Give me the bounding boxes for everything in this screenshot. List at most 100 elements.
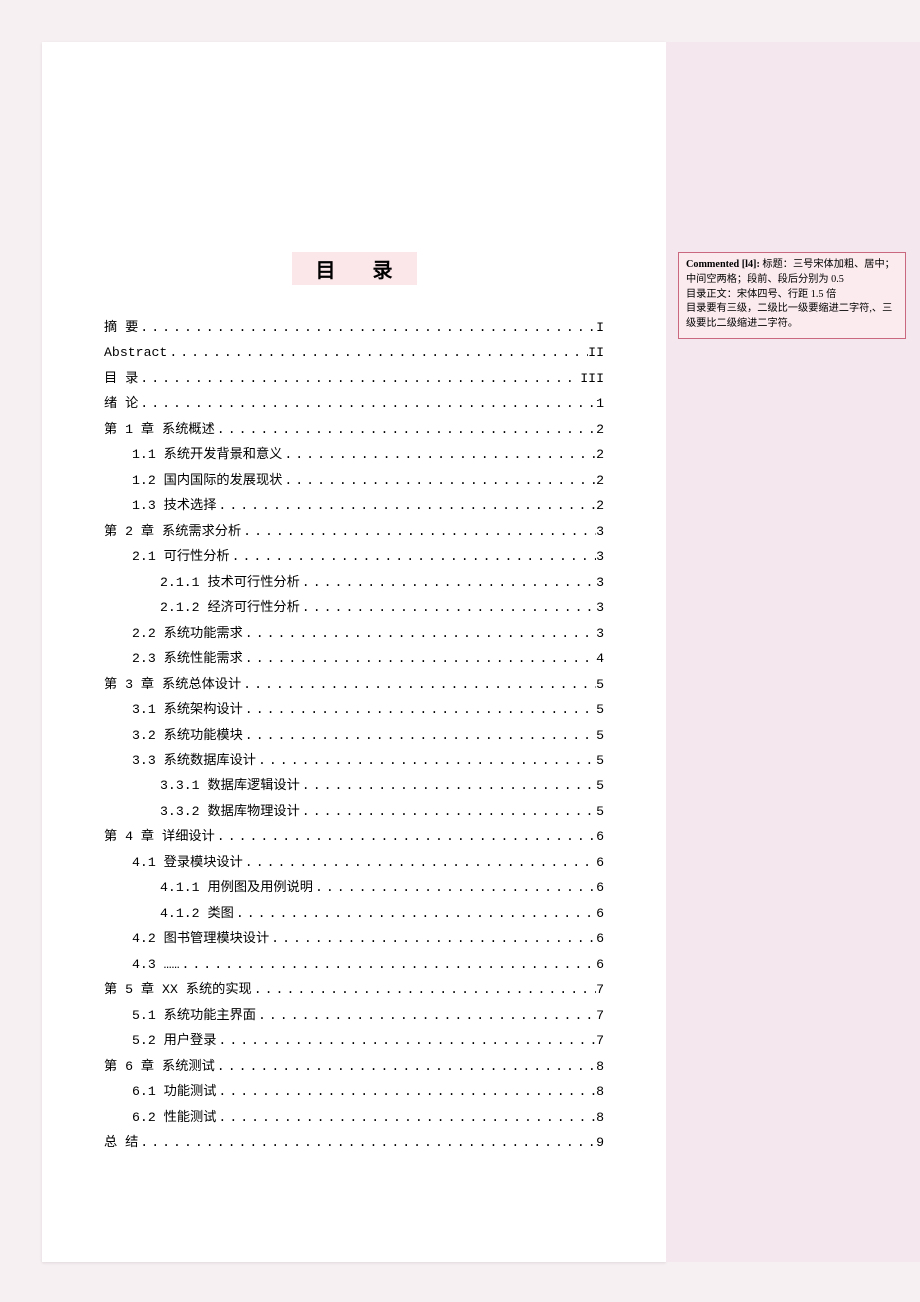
toc-leader-dots [243, 697, 596, 722]
toc-row: 2.1.1 技术可行性分析 3 [104, 570, 604, 595]
toc-row: 1.3 技术选择2 [104, 493, 604, 518]
toc-entry-page: 5 [596, 748, 604, 773]
toc-row: 2.1 可行性分析3 [104, 544, 604, 569]
toc-leader-dots [243, 850, 596, 875]
toc-leader-dots [256, 748, 596, 773]
toc-entry-label: 2.1 可行性分析 [132, 544, 230, 569]
comment-label: Commented [l4]: [686, 259, 762, 270]
toc-entry-page: 2 [596, 417, 604, 442]
toc-leader-dots [138, 366, 580, 391]
toc-leader-dots [215, 417, 596, 442]
toc-row: 5.1 系统功能主界面7 [104, 1003, 604, 1028]
toc-row: 第 5 章 XX 系统的实现 7 [104, 977, 604, 1002]
toc-entry-label: 3.3.1 数据库逻辑设计 [160, 773, 300, 798]
toc-entry-page: 9 [596, 1130, 604, 1155]
toc-entry-label: 4.3 …… [132, 952, 179, 977]
toc-entry-label: 第 3 章 系统总体设计 [104, 672, 241, 697]
toc-row: 1.2 国内国际的发展现状 2 [104, 468, 604, 493]
title-wrap: 目 录 [104, 252, 604, 315]
toc-entry-label: 5.1 系统功能主界面 [132, 1003, 256, 1028]
toc-leader-dots [216, 1105, 596, 1130]
toc-leader-dots [300, 595, 596, 620]
toc-entry-page: 5 [596, 672, 604, 697]
toc-leader-dots [138, 315, 596, 340]
toc-row: 4.1 登录模块设计 6 [104, 850, 604, 875]
toc-leader-dots [216, 1079, 596, 1104]
comment-panel [666, 42, 920, 1262]
toc-leader-dots [230, 544, 596, 569]
toc-row: 目 录 III [104, 366, 604, 391]
toc-leader-dots [234, 901, 596, 926]
toc-leader-dots [282, 442, 596, 467]
toc-row: 2.1.2 经济可行性分析 3 [104, 595, 604, 620]
toc-entry-label: 3.2 系统功能模块 [132, 723, 243, 748]
toc-entry-label: 6.1 功能测试 [132, 1079, 216, 1104]
toc-title: 目 录 [292, 252, 417, 285]
toc-entry-label: 3.3.2 数据库物理设计 [160, 799, 300, 824]
toc-row: 3.1 系统架构设计5 [104, 697, 604, 722]
toc-list: 摘 要IAbstractII目 录III绪 论1第 1 章 系统概述21.1 系… [104, 315, 604, 1155]
toc-leader-dots [241, 672, 596, 697]
toc-row: 6.2 性能测试8 [104, 1105, 604, 1130]
toc-entry-page: 5 [596, 697, 604, 722]
toc-row: 3.3.2 数据库物理设计5 [104, 799, 604, 824]
toc-row: AbstractII [104, 340, 604, 365]
toc-leader-dots [243, 723, 596, 748]
toc-row: 1.1 系统开发背景和意义 2 [104, 442, 604, 467]
toc-entry-page: 4 [596, 646, 604, 671]
toc-entry-label: 4.2 图书管理模块设计 [132, 926, 269, 951]
toc-entry-label: 第 5 章 XX 系统的实现 [104, 977, 252, 1002]
toc-leader-dots [179, 952, 596, 977]
toc-entry-page: 8 [596, 1079, 604, 1104]
toc-entry-page: III [580, 366, 604, 391]
toc-leader-dots [300, 799, 596, 824]
toc-row: 4.1.2 类图6 [104, 901, 604, 926]
comment-box: Commented [l4]: 标题：三号宋体加粗、居中；中间空两格；段前、段后… [678, 252, 906, 339]
toc-leader-dots [216, 1028, 596, 1053]
toc-row: 3.2 系统功能模块 5 [104, 723, 604, 748]
toc-entry-page: 6 [596, 926, 604, 951]
toc-entry-page: 7 [596, 977, 604, 1002]
toc-leader-dots [269, 926, 596, 951]
toc-entry-label: 2.1.1 技术可行性分析 [160, 570, 300, 595]
toc-entry-label: 3.3 系统数据库设计 [132, 748, 256, 773]
toc-entry-page: 3 [596, 595, 604, 620]
toc-leader-dots [241, 519, 596, 544]
toc-entry-label: 1.2 国内国际的发展现状 [132, 468, 282, 493]
toc-leader-dots [243, 646, 596, 671]
toc-row: 第 1 章 系统概述 2 [104, 417, 604, 442]
toc-row: 第 4 章 详细设计6 [104, 824, 604, 849]
toc-row: 2.2 系统功能需求3 [104, 621, 604, 646]
toc-entry-label: 6.2 性能测试 [132, 1105, 216, 1130]
toc-row: 摘 要I [104, 315, 604, 340]
toc-row: 第 2 章 系统需求分析3 [104, 519, 604, 544]
toc-entry-label: 2.1.2 经济可行性分析 [160, 595, 300, 620]
toc-entry-label: 4.1.1 用例图及用例说明 [160, 875, 313, 900]
toc-entry-page: 3 [596, 570, 604, 595]
toc-row: 第 3 章 系统总体设计 5 [104, 672, 604, 697]
toc-entry-page: 6 [596, 952, 604, 977]
toc-row: 2.3 系统性能需求4 [104, 646, 604, 671]
toc-entry-page: 6 [596, 901, 604, 926]
toc-entry-page: 7 [596, 1028, 604, 1053]
toc-entry-page: 2 [596, 442, 604, 467]
toc-row: 总 结9 [104, 1130, 604, 1155]
toc-entry-label: 目 录 [104, 366, 138, 391]
toc-entry-page: 6 [596, 824, 604, 849]
toc-leader-dots [138, 391, 596, 416]
toc-entry-page: 6 [596, 850, 604, 875]
toc-entry-label: 4.1 登录模块设计 [132, 850, 243, 875]
toc-entry-page: 5 [596, 723, 604, 748]
toc-leader-dots [167, 340, 588, 365]
toc-entry-label: 摘 要 [104, 315, 138, 340]
toc-row: 第 6 章 系统测试8 [104, 1054, 604, 1079]
toc-entry-page: 3 [596, 621, 604, 646]
toc-leader-dots [138, 1130, 596, 1155]
toc-entry-page: 2 [596, 468, 604, 493]
toc-entry-label: 第 1 章 系统概述 [104, 417, 215, 442]
toc-leader-dots [256, 1003, 596, 1028]
toc-row: 4.3 …… 6 [104, 952, 604, 977]
toc-entry-page: 6 [596, 875, 604, 900]
toc-entry-label: 1.1 系统开发背景和意义 [132, 442, 282, 467]
toc-leader-dots [252, 977, 596, 1002]
